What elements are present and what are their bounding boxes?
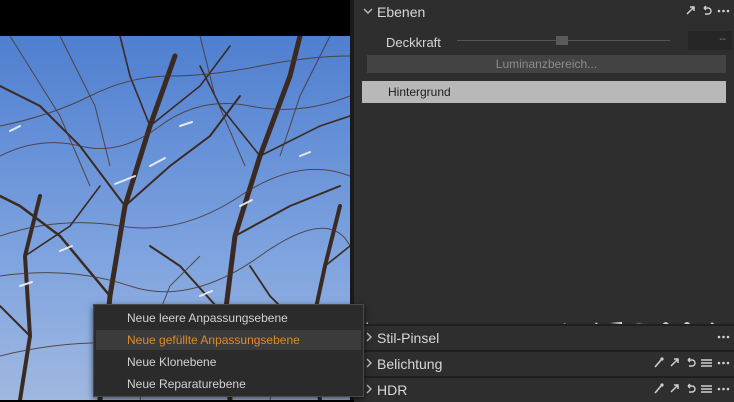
hdr-header[interactable]: HDR [354, 378, 734, 402]
layer-row[interactable]: Hintergrund [362, 81, 726, 103]
popout-icon[interactable] [685, 4, 696, 17]
style-brush-title: Stil-Pinsel [377, 330, 440, 346]
layers-header-icons [685, 4, 730, 17]
tool-panel: Ebenen Deckkraft -- Luminanzbereich... H… [354, 0, 734, 402]
opacity-slider-thumb[interactable] [556, 36, 568, 45]
menu-item-label: Neue gefüllte Anpassungsebene [127, 333, 300, 347]
opacity-label: Deckkraft [386, 35, 441, 50]
more-icon[interactable] [717, 356, 730, 369]
menu-item-label: Neue Klonebene [127, 355, 217, 369]
menu-item-new-heal-layer[interactable]: Neue Reparaturebene [96, 374, 361, 394]
picker-icon[interactable] [653, 382, 664, 395]
menu-item-label: Neue leere Anpassungsebene [127, 311, 288, 325]
opacity-value-field[interactable]: -- [688, 31, 732, 50]
add-layer-context-menu: Neue leere Anpassungsebene Neue gefüllte… [93, 304, 364, 397]
more-icon[interactable] [717, 330, 730, 343]
menu-item-new-empty-adjustment-layer[interactable]: Neue leere Anpassungsebene [96, 308, 361, 328]
luminance-range-button[interactable]: Luminanzbereich... [367, 55, 726, 73]
layers-header[interactable]: Ebenen [354, 0, 734, 24]
list-icon[interactable] [701, 356, 712, 369]
more-icon[interactable] [717, 4, 730, 17]
style-brush-header[interactable]: Stil-Pinsel [354, 326, 734, 350]
exposure-title: Belichtung [377, 356, 443, 372]
reset-icon[interactable] [685, 356, 696, 369]
hdr-title: HDR [377, 382, 408, 398]
hdr-header-icons [653, 382, 730, 395]
exposure-header[interactable]: Belichtung [354, 352, 734, 376]
list-icon[interactable] [701, 382, 712, 395]
layers-body: Deckkraft -- Luminanzbereich... Hintergr… [354, 24, 734, 337]
style-brush-icons [717, 330, 730, 343]
menu-item-new-filled-adjustment-layer[interactable]: Neue gefüllte Anpassungsebene [96, 330, 361, 350]
menu-item-new-clone-layer[interactable]: Neue Klonebene [96, 352, 361, 372]
menu-item-label: Neue Reparaturebene [127, 377, 246, 391]
layer-name: Hintergrund [388, 85, 451, 99]
picker-icon[interactable] [653, 356, 664, 369]
popout-icon[interactable] [669, 356, 680, 369]
reset-icon[interactable] [701, 4, 712, 17]
reset-icon[interactable] [685, 382, 696, 395]
more-icon[interactable] [717, 382, 730, 395]
exposure-header-icons [653, 356, 730, 369]
popout-icon[interactable] [669, 382, 680, 395]
collapse-chevron-icon[interactable] [362, 4, 374, 18]
layers-title: Ebenen [377, 4, 426, 20]
